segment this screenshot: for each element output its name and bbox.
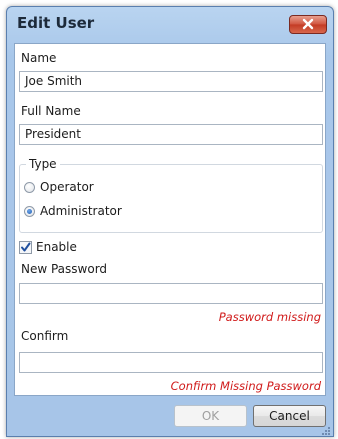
confirm-label: Confirm <box>21 329 69 343</box>
close-button[interactable] <box>289 15 327 34</box>
name-label: Name <box>21 51 57 65</box>
type-group: Type Operator Administrator <box>19 157 323 233</box>
confirm-missing-error: Confirm Missing Password <box>170 379 321 393</box>
full-name-field[interactable]: President <box>19 124 323 145</box>
enable-checkbox[interactable] <box>19 240 32 254</box>
new-password-field[interactable] <box>19 283 323 304</box>
password-missing-error: Password missing <box>218 310 321 324</box>
button-bar: OK Cancel <box>7 397 333 438</box>
operator-radio-option[interactable]: Operator <box>24 180 94 194</box>
close-icon <box>302 18 314 30</box>
confirm-password-field[interactable] <box>19 352 323 373</box>
enable-checkbox-option[interactable]: Enable <box>19 240 77 254</box>
new-password-label: New Password <box>21 262 108 276</box>
name-field[interactable]: Joe Smith <box>19 71 323 92</box>
checkmark-icon <box>21 242 31 251</box>
cancel-button[interactable]: Cancel <box>253 405 326 427</box>
type-group-legend: Type <box>26 157 60 171</box>
dialog-content: Name Joe Smith Full Name President Type … <box>14 43 326 396</box>
ok-button[interactable]: OK <box>174 405 247 427</box>
administrator-radio-option[interactable]: Administrator <box>24 204 122 218</box>
full-name-label: Full Name <box>21 104 81 118</box>
administrator-label: Administrator <box>40 204 122 218</box>
resize-grip-icon[interactable] <box>321 426 331 436</box>
title-bar[interactable]: Edit User <box>7 7 333 43</box>
operator-radio[interactable] <box>24 181 35 193</box>
edit-user-dialog: Edit User Name Joe Smith Full Name Presi… <box>6 6 334 437</box>
enable-label: Enable <box>36 240 77 254</box>
administrator-radio[interactable] <box>24 205 35 217</box>
operator-label: Operator <box>40 180 94 194</box>
dialog-title: Edit User <box>17 14 95 32</box>
